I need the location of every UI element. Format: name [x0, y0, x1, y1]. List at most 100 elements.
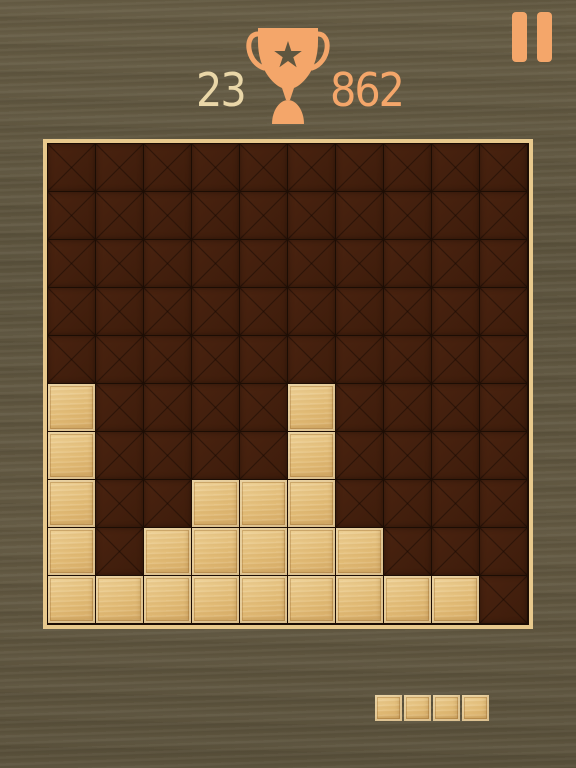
empty-cell[interactable]	[480, 432, 527, 479]
empty-cell[interactable]	[480, 240, 527, 287]
empty-cell[interactable]	[192, 288, 239, 335]
wood-block[interactable]	[432, 576, 479, 623]
wood-block[interactable]	[240, 480, 287, 527]
empty-cell[interactable]	[192, 192, 239, 239]
empty-cell[interactable]	[288, 240, 335, 287]
empty-cell[interactable]	[336, 480, 383, 527]
empty-cell[interactable]	[192, 384, 239, 431]
wood-block[interactable]	[192, 576, 239, 623]
empty-cell[interactable]	[432, 384, 479, 431]
empty-cell[interactable]	[240, 192, 287, 239]
empty-cell[interactable]	[336, 192, 383, 239]
empty-cell[interactable]	[240, 336, 287, 383]
empty-cell[interactable]	[96, 432, 143, 479]
wood-block[interactable]	[96, 576, 143, 623]
empty-cell[interactable]	[48, 192, 95, 239]
empty-cell[interactable]	[96, 240, 143, 287]
wood-block[interactable]	[288, 384, 335, 431]
empty-cell[interactable]	[48, 336, 95, 383]
empty-cell[interactable]	[240, 240, 287, 287]
empty-cell[interactable]	[288, 336, 335, 383]
empty-cell[interactable]	[96, 192, 143, 239]
empty-cell[interactable]	[144, 240, 191, 287]
empty-cell[interactable]	[384, 240, 431, 287]
empty-cell[interactable]	[432, 432, 479, 479]
wood-block[interactable]	[48, 528, 95, 575]
empty-cell[interactable]	[384, 432, 431, 479]
empty-cell[interactable]	[144, 480, 191, 527]
empty-cell[interactable]	[480, 192, 527, 239]
empty-cell[interactable]	[336, 288, 383, 335]
empty-cell[interactable]	[384, 192, 431, 239]
empty-cell[interactable]	[384, 144, 431, 191]
empty-cell[interactable]	[144, 432, 191, 479]
empty-cell[interactable]	[336, 240, 383, 287]
empty-cell[interactable]	[96, 480, 143, 527]
empty-cell[interactable]	[288, 192, 335, 239]
empty-cell[interactable]	[384, 288, 431, 335]
empty-cell[interactable]	[432, 480, 479, 527]
empty-cell[interactable]	[96, 288, 143, 335]
empty-cell[interactable]	[432, 240, 479, 287]
empty-cell[interactable]	[192, 336, 239, 383]
empty-cell[interactable]	[480, 384, 527, 431]
wood-block[interactable]	[48, 432, 95, 479]
empty-cell[interactable]	[240, 384, 287, 431]
wood-block[interactable]	[336, 576, 383, 623]
wood-block[interactable]	[288, 528, 335, 575]
wood-block[interactable]	[48, 480, 95, 527]
wood-block[interactable]	[336, 528, 383, 575]
empty-cell[interactable]	[336, 384, 383, 431]
wood-block[interactable]	[144, 528, 191, 575]
pause-button[interactable]	[510, 12, 554, 64]
empty-cell[interactable]	[192, 144, 239, 191]
wood-block[interactable]	[288, 432, 335, 479]
empty-cell[interactable]	[144, 144, 191, 191]
empty-cell[interactable]	[336, 336, 383, 383]
empty-cell[interactable]	[48, 144, 95, 191]
empty-cell[interactable]	[240, 432, 287, 479]
empty-cell[interactable]	[288, 144, 335, 191]
empty-cell[interactable]	[384, 384, 431, 431]
empty-cell[interactable]	[144, 288, 191, 335]
empty-cell[interactable]	[432, 288, 479, 335]
wood-block[interactable]	[240, 528, 287, 575]
empty-cell[interactable]	[384, 528, 431, 575]
empty-cell[interactable]	[240, 144, 287, 191]
empty-cell[interactable]	[96, 384, 143, 431]
empty-cell[interactable]	[384, 336, 431, 383]
wood-block[interactable]	[240, 576, 287, 623]
wood-block[interactable]	[288, 480, 335, 527]
empty-cell[interactable]	[144, 336, 191, 383]
empty-cell[interactable]	[240, 288, 287, 335]
empty-cell[interactable]	[480, 528, 527, 575]
empty-cell[interactable]	[48, 240, 95, 287]
empty-cell[interactable]	[336, 432, 383, 479]
empty-cell[interactable]	[192, 240, 239, 287]
empty-cell[interactable]	[480, 336, 527, 383]
empty-cell[interactable]	[432, 528, 479, 575]
empty-cell[interactable]	[48, 288, 95, 335]
empty-cell[interactable]	[384, 480, 431, 527]
empty-cell[interactable]	[96, 528, 143, 575]
wood-block[interactable]	[384, 576, 431, 623]
wood-block[interactable]	[144, 576, 191, 623]
empty-cell[interactable]	[96, 336, 143, 383]
empty-cell[interactable]	[336, 144, 383, 191]
empty-cell[interactable]	[432, 192, 479, 239]
empty-cell[interactable]	[480, 480, 527, 527]
wood-block[interactable]	[48, 576, 95, 623]
wood-block[interactable]	[192, 528, 239, 575]
empty-cell[interactable]	[432, 336, 479, 383]
empty-cell[interactable]	[480, 576, 527, 623]
empty-cell[interactable]	[192, 432, 239, 479]
empty-cell[interactable]	[288, 288, 335, 335]
empty-cell[interactable]	[144, 192, 191, 239]
wood-block[interactable]	[192, 480, 239, 527]
wood-block[interactable]	[288, 576, 335, 623]
empty-cell[interactable]	[432, 144, 479, 191]
empty-cell[interactable]	[96, 144, 143, 191]
empty-cell[interactable]	[480, 288, 527, 335]
wood-block[interactable]	[48, 384, 95, 431]
next-piece[interactable]	[375, 695, 489, 721]
